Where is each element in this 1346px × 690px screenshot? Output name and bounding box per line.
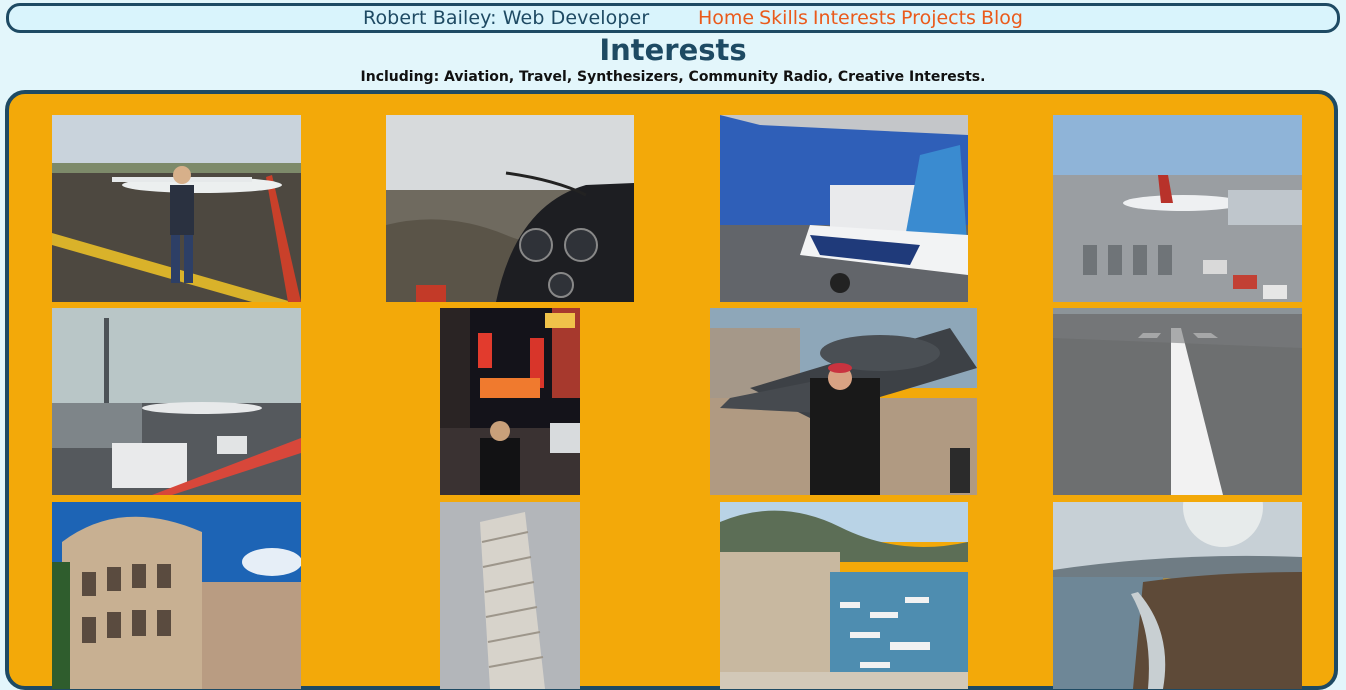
photo-jet-display[interactable]	[710, 308, 977, 495]
top-navbar: Robert Bailey: Web Developer Home Skills I…	[6, 3, 1340, 33]
photo-airport-apron[interactable]	[1053, 115, 1302, 302]
page-title: Interests	[599, 33, 747, 67]
nav-link-home[interactable]: Home	[698, 7, 754, 29]
photo-person-with-aircraft[interactable]	[52, 115, 301, 302]
photo-gallery	[5, 90, 1338, 690]
photo-leaning-tower[interactable]	[440, 502, 580, 689]
photo-coastline[interactable]	[1053, 502, 1302, 689]
site-brand: Robert Bailey: Web Developer	[363, 7, 650, 29]
nav-links: Home Skills Interests Projects Blog	[698, 7, 1028, 29]
photo-cockpit-view[interactable]	[386, 115, 634, 302]
nav-link-blog[interactable]: Blog	[981, 7, 1023, 29]
nav-link-projects[interactable]: Projects	[901, 7, 976, 29]
nav-link-interests[interactable]: Interests	[813, 7, 896, 29]
photo-runway[interactable]	[1053, 308, 1302, 495]
photo-aircraft-tail[interactable]	[720, 115, 968, 302]
photo-harbour[interactable]	[720, 502, 968, 689]
photo-colosseum[interactable]	[52, 502, 301, 689]
photo-airport-terminal[interactable]	[52, 308, 301, 495]
photo-city-night-street[interactable]	[440, 308, 580, 495]
nav-link-skills[interactable]: Skills	[759, 7, 808, 29]
page-subtitle: Including: Aviation, Travel, Synthesizer…	[360, 69, 986, 85]
